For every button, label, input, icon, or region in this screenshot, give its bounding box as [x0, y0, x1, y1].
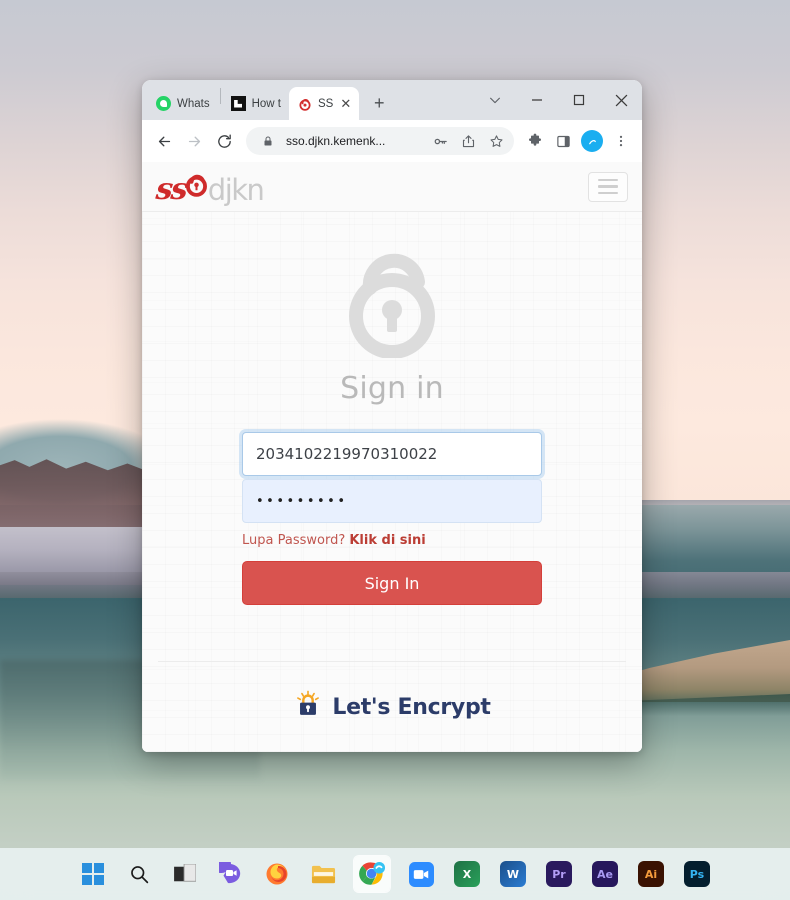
sso-djkn-logo[interactable]: ss djkn — [154, 170, 265, 208]
excel-icon[interactable]: X — [452, 859, 482, 889]
chrome-button[interactable] — [354, 856, 390, 892]
tab-how-to[interactable]: How t — [223, 87, 289, 120]
site-lock-icon[interactable] — [258, 131, 278, 151]
forgot-password-text: Lupa Password? Klik di sini — [242, 533, 542, 548]
word-glyph: W — [500, 861, 526, 887]
desktop: Whats How t SS ✕ + sso.djkn.kemenk... ss… — [0, 0, 790, 900]
forgot-password-label: Lupa Password? — [242, 533, 350, 548]
back-arrow-icon[interactable] — [150, 127, 178, 155]
chat-teams-icon[interactable] — [216, 859, 246, 889]
key-icon[interactable] — [430, 131, 450, 151]
firefox-icon[interactable] — [262, 859, 292, 889]
tab-label: SS — [318, 97, 334, 110]
brand-suffix: djkn — [207, 173, 265, 208]
zoom-icon[interactable] — [406, 859, 436, 889]
search-icon[interactable] — [124, 859, 154, 889]
tab-sso[interactable]: SS ✕ — [289, 87, 360, 120]
share-icon[interactable] — [458, 131, 478, 151]
side-panel-icon[interactable] — [550, 127, 576, 155]
forgot-password-link[interactable]: Klik di sini — [349, 533, 425, 548]
login-page-body: Sign in 2034102219970310022 ••••••••• Lu… — [142, 212, 642, 725]
hamburger-line — [598, 191, 618, 195]
photoshop-glyph: Ps — [684, 861, 710, 887]
forward-arrow-icon[interactable] — [180, 127, 208, 155]
bookmark-star-icon[interactable] — [486, 131, 506, 151]
username-input[interactable]: 2034102219970310022 — [242, 432, 542, 476]
large-padlock-icon — [338, 240, 446, 363]
premiere-glyph: Pr — [546, 861, 572, 887]
task-view-icon[interactable] — [170, 859, 200, 889]
illustrator-glyph: Ai — [638, 861, 664, 887]
maximize-button[interactable] — [558, 80, 600, 120]
address-bar[interactable]: sso.djkn.kemenk... — [246, 127, 514, 155]
photoshop-icon[interactable]: Ps — [682, 859, 712, 889]
extensions-puzzle-icon[interactable] — [522, 127, 548, 155]
url-text: sso.djkn.kemenk... — [286, 134, 386, 148]
hamburger-line — [598, 178, 618, 182]
sign-in-button[interactable]: Sign In — [242, 561, 542, 605]
reload-icon[interactable] — [210, 127, 238, 155]
word-icon[interactable]: W — [498, 859, 528, 889]
hamburger-menu-icon[interactable] — [588, 171, 628, 202]
login-form: 2034102219970310022 ••••••••• Lupa Passw… — [242, 432, 542, 605]
page-viewport: ss djkn Sign in 2034102219970310022 ••••… — [142, 162, 642, 752]
footer-divider — [158, 661, 626, 662]
red-padlock-icon — [297, 96, 312, 111]
lets-encrypt-padlock-icon — [293, 690, 323, 725]
howto-icon — [230, 96, 246, 111]
premiere-icon[interactable]: Pr — [544, 859, 574, 889]
start-button[interactable] — [78, 859, 108, 889]
lets-encrypt-label: Let's Encrypt — [332, 695, 491, 720]
tab-search-chevron-down-icon[interactable] — [474, 80, 516, 120]
after-effects-icon[interactable]: Ae — [590, 859, 620, 889]
new-tab-button[interactable]: + — [365, 89, 393, 117]
tab-separator — [219, 88, 221, 104]
page-title: Sign in — [340, 371, 444, 406]
file-explorer-icon[interactable] — [308, 859, 338, 889]
minimize-button[interactable] — [516, 80, 558, 120]
site-navbar: ss djkn — [142, 162, 642, 212]
tab-strip: Whats How t SS ✕ + — [142, 80, 642, 120]
profile-avatar[interactable] — [581, 130, 603, 152]
chrome-browser-window: Whats How t SS ✕ + sso.djkn.kemenk... ss… — [142, 80, 642, 752]
lets-encrypt-badge[interactable]: Let's Encrypt — [293, 690, 491, 725]
excel-glyph: X — [454, 861, 480, 887]
whatsapp-icon — [156, 96, 171, 111]
tab-label: Whats — [177, 97, 210, 110]
close-icon[interactable]: ✕ — [340, 97, 351, 110]
tab-label: How t — [251, 97, 281, 110]
windows-taskbar: X W Pr Ae Ai Ps — [0, 848, 790, 900]
password-input[interactable]: ••••••••• — [242, 479, 542, 523]
three-dot-menu-icon[interactable] — [608, 127, 634, 155]
browser-toolbar: sso.djkn.kemenk... — [142, 120, 642, 162]
illustrator-icon[interactable]: Ai — [636, 859, 666, 889]
after-effects-glyph: Ae — [592, 861, 618, 887]
tab-whatsapp[interactable]: Whats — [148, 87, 218, 120]
close-button[interactable] — [600, 80, 642, 120]
brand-prefix: ss — [154, 172, 188, 208]
window-controls — [474, 80, 642, 120]
hamburger-line — [598, 185, 618, 188]
